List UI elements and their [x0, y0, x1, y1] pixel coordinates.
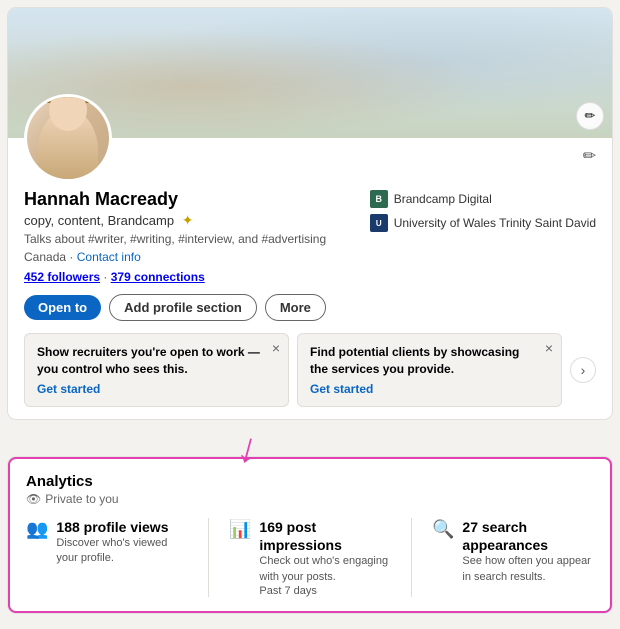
- post-impressions-note: Past 7 days: [259, 585, 391, 597]
- edu-logo: U: [370, 214, 388, 232]
- banner-title-1: Show recruiters you're open to work — yo…: [37, 344, 276, 378]
- analytics-metrics: 👥 188 profile views Discover who's viewe…: [26, 518, 594, 597]
- search-appearances-number: 27 search appearances: [462, 518, 594, 554]
- metric-divider-1: [208, 518, 209, 597]
- banner-close-button-2[interactable]: ×: [545, 340, 553, 356]
- avatar: [24, 94, 112, 182]
- metric-divider-2: [411, 518, 412, 597]
- profile-title: copy, content, Brandcamp ✦: [24, 212, 326, 229]
- avatar-wrapper: [24, 94, 112, 182]
- action-buttons: Open to Add profile section More: [24, 294, 596, 321]
- search-appearances-desc: See how often you appear in search resul…: [462, 554, 594, 585]
- arrow-container: ↓: [8, 427, 612, 467]
- post-impressions-number: 169 post impressions: [259, 518, 391, 554]
- banner-title-2: Find potential clients by showcasing the…: [310, 344, 549, 378]
- company-row: B Brandcamp Digital: [370, 190, 596, 208]
- analytics-title: Analytics: [26, 473, 594, 490]
- post-impressions-icon: 📊: [229, 519, 251, 540]
- post-impressions-desc: Check out who's engaging with your posts…: [259, 554, 391, 585]
- banner-cta-2[interactable]: Get started: [310, 382, 373, 396]
- education-name: University of Wales Trinity Saint David: [394, 216, 596, 230]
- connections-link[interactable]: 379 connections: [111, 270, 205, 284]
- banner-cta-1[interactable]: Get started: [37, 382, 100, 396]
- name-left: Hannah Macready copy, content, Brandcamp…: [24, 188, 326, 264]
- pink-arrow-icon: ↓: [233, 425, 264, 471]
- analytics-card: Analytics 👁 Private to you 👥 188 profile…: [8, 457, 612, 613]
- profile-card: ✏ ✏ Hannah Macready cop: [8, 8, 612, 419]
- followers-row: 452 followers · 379 connections: [24, 270, 596, 284]
- analytics-subtitle: 👁 Private to you: [26, 492, 594, 506]
- banner-find-clients: × Find potential clients by showcasing t…: [297, 333, 562, 407]
- add-profile-section-button[interactable]: Add profile section: [109, 294, 257, 321]
- profile-views-icon: 👥: [26, 519, 48, 540]
- education-row: U University of Wales Trinity Saint Davi…: [370, 214, 596, 232]
- metric-profile-views-text: 188 profile views Discover who's viewed …: [56, 518, 188, 567]
- profile-name: Hannah Macready: [24, 188, 326, 211]
- private-label: Private to you: [45, 492, 118, 506]
- metric-post-impressions-text: 169 post impressions Check out who's eng…: [259, 518, 391, 597]
- more-button[interactable]: More: [265, 294, 326, 321]
- banner-open-to-work: × Show recruiters you're open to work — …: [24, 333, 289, 407]
- metric-post-impressions: 📊 169 post impressions Check out who's e…: [229, 518, 391, 597]
- search-appearances-icon: 🔍: [432, 519, 454, 540]
- profile-section: ✏ Hannah Macready copy, content, Brandca…: [8, 138, 612, 333]
- profile-views-number: 188 profile views: [56, 518, 188, 536]
- eye-icon: 👁: [26, 492, 41, 506]
- profile-views-desc: Discover who's viewed your profile.: [56, 536, 188, 567]
- banners-next-button[interactable]: ›: [570, 357, 596, 383]
- contact-info-link[interactable]: Contact info: [77, 250, 141, 264]
- metric-profile-views: 👥 188 profile views Discover who's viewe…: [26, 518, 188, 597]
- company-name: Brandcamp Digital: [394, 192, 492, 206]
- banners-row: × Show recruiters you're open to work — …: [8, 333, 612, 419]
- profile-location: Canada · Contact info: [24, 250, 326, 264]
- name-row: Hannah Macready copy, content, Brandcamp…: [24, 188, 596, 264]
- company-logo: B: [370, 190, 388, 208]
- followers-link[interactable]: 452 followers: [24, 270, 100, 284]
- gold-star-icon: ✦: [182, 212, 194, 228]
- metric-search-appearances-text: 27 search appearances See how often you …: [462, 518, 594, 585]
- edit-profile-button[interactable]: ✏: [583, 146, 596, 166]
- edit-cover-button[interactable]: ✏: [576, 102, 604, 130]
- edit-cover-icon: ✏: [585, 108, 596, 124]
- open-to-button[interactable]: Open to: [24, 295, 101, 320]
- banner-close-button-1[interactable]: ×: [272, 340, 280, 356]
- profile-hashtags: Talks about #writer, #writing, #intervie…: [24, 231, 326, 248]
- name-right: B Brandcamp Digital U University of Wale…: [370, 188, 596, 232]
- metric-search-appearances: 🔍 27 search appearances See how often yo…: [432, 518, 594, 597]
